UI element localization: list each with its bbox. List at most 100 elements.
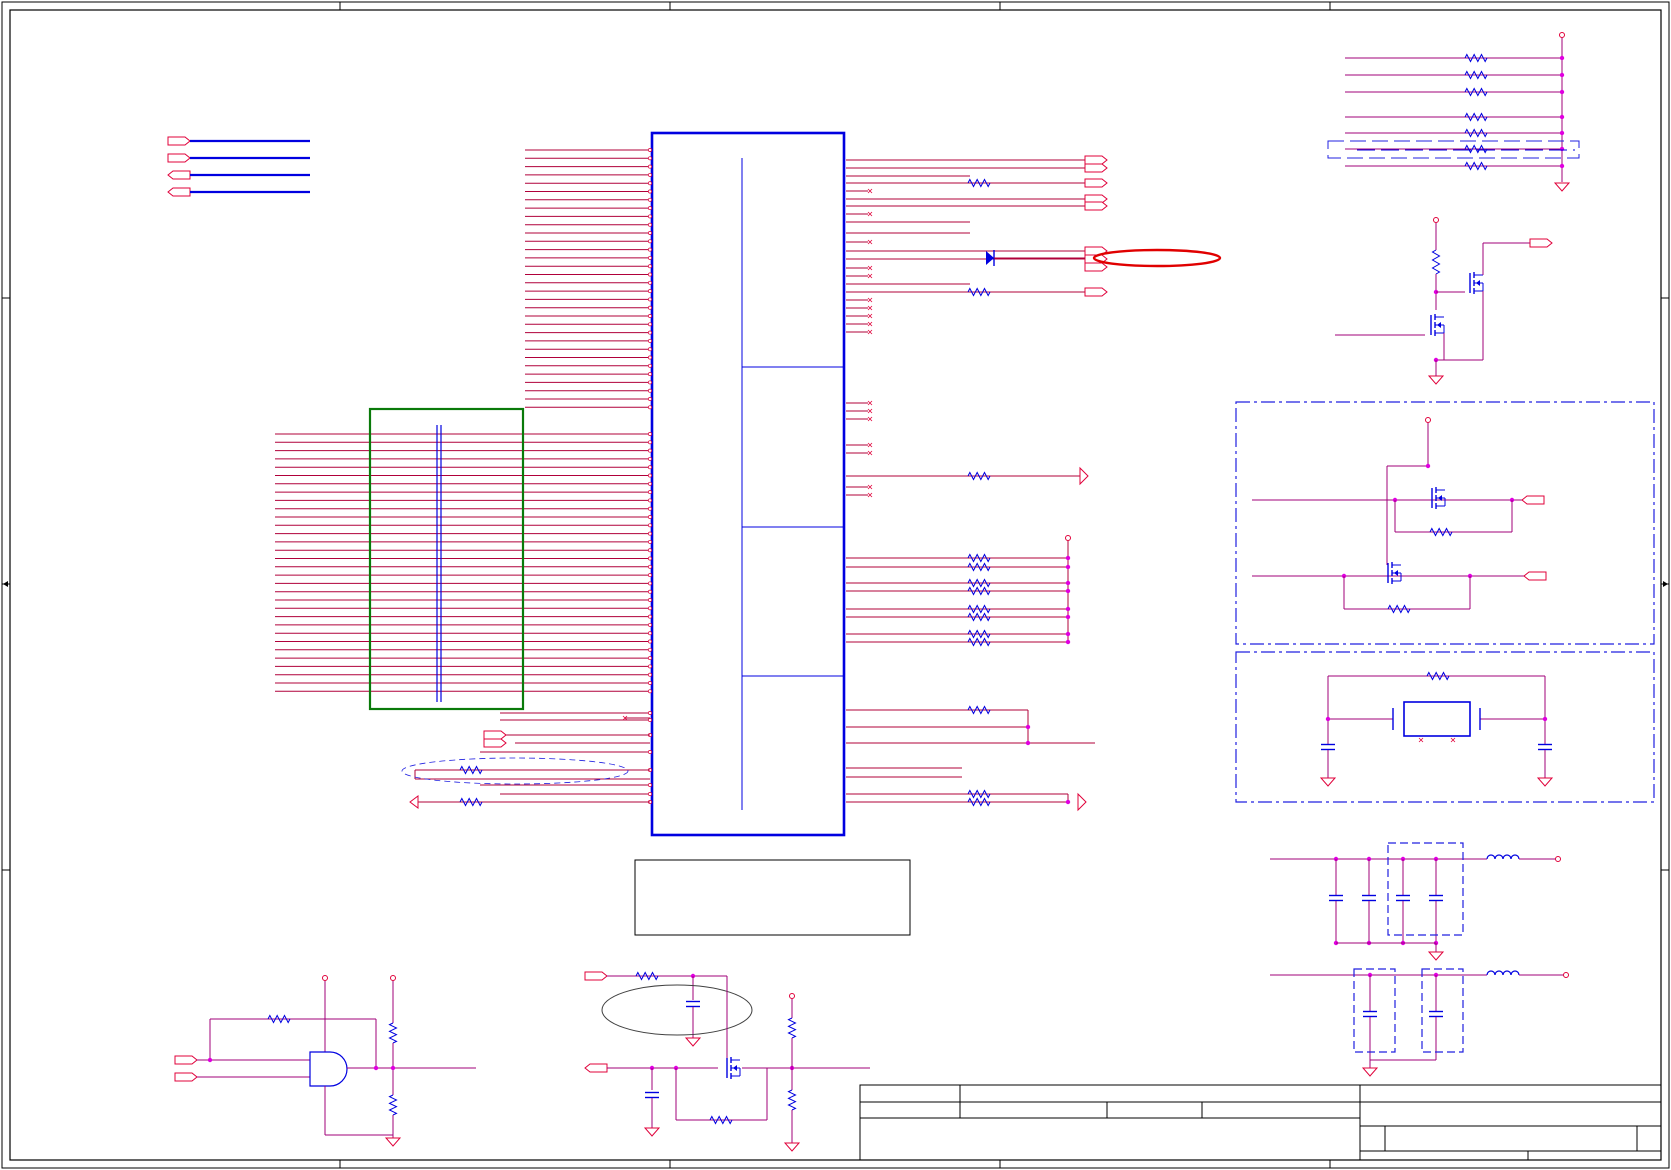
pin-end: [648, 397, 652, 401]
pin-end: [648, 606, 652, 611]
pin-end: [648, 573, 652, 578]
pin-end: [648, 556, 652, 561]
offpage-connector-icon: [584, 971, 608, 981]
pin-end: [648, 280, 652, 285]
offpage-connector-icon: [1084, 287, 1108, 297]
offpage-connector-icon: [1529, 238, 1553, 248]
inductor-loop: [1486, 970, 1496, 976]
resistor-icon: [967, 471, 991, 481]
junction-dot: [1559, 163, 1565, 169]
resistor-icon: [388, 1094, 398, 1116]
junction-dot: [390, 1065, 396, 1071]
junction-dot: [1559, 114, 1565, 120]
dashed-group-outline: [1387, 842, 1464, 936]
offpage-connector-icon: [483, 730, 507, 740]
resistor-icon: [967, 586, 991, 596]
pin-end: [648, 598, 652, 602]
resistor-icon: [967, 604, 991, 614]
capacitor-icon: [1396, 894, 1410, 902]
junction-dot: [1065, 564, 1071, 570]
ic-body: [650, 131, 846, 837]
pin-end: [648, 718, 652, 722]
junction-dot: [1065, 606, 1071, 612]
offpage-connector-icon: [167, 187, 191, 197]
pin-end: [648, 148, 652, 152]
pin-end: [648, 515, 652, 519]
title-block-outline: [859, 1084, 1662, 1161]
capacitor-icon: [1329, 894, 1343, 902]
and-gate-icon: [309, 1051, 348, 1087]
arrow: [1476, 280, 1480, 286]
junction-dot: [1065, 580, 1071, 586]
resistor-icon: [967, 637, 991, 647]
no-connect-mark: [867, 297, 873, 303]
power-rail-icon: [1555, 856, 1561, 862]
power-rail-icon: [390, 975, 396, 981]
resistor-icon: [967, 287, 991, 297]
ground-icon: [1427, 951, 1445, 961]
resistor-icon: [1464, 128, 1488, 138]
resistor-icon: [967, 562, 991, 572]
ground-icon: [1361, 1067, 1379, 1077]
junction-dot: [1325, 716, 1331, 722]
pin-end: [648, 305, 652, 310]
diode-icon: [986, 251, 994, 265]
capacitor-icon: [1362, 894, 1376, 902]
resistor-icon: [1464, 53, 1488, 63]
inductor-loop: [1510, 970, 1520, 976]
inductor-loop: [1494, 970, 1504, 976]
reset-fet-block: [584, 971, 870, 1152]
ground-icon: [384, 1137, 402, 1147]
no-connect-mark: [867, 442, 873, 448]
offpage-connector-icon: [1084, 163, 1108, 173]
inductor-loop: [1502, 854, 1512, 860]
pin-end: [648, 783, 652, 787]
no-connect-mark: [867, 211, 873, 217]
power-rail-icon: [1065, 535, 1071, 541]
pin-end: [648, 581, 652, 586]
junction-dot: [1065, 555, 1071, 561]
resistor-icon: [967, 612, 991, 622]
no-connect-mark: [1418, 737, 1424, 743]
offpage-connector-icon: [1523, 571, 1547, 581]
note-box: [634, 859, 911, 936]
junction-dot: [1559, 72, 1565, 78]
pin-end: [648, 639, 652, 644]
right-side-nets: [846, 155, 1222, 812]
outer-border: [1, 1, 1670, 1169]
no-connect-mark: [867, 305, 873, 311]
pin-end: [648, 355, 652, 360]
junction-dot: [373, 1065, 379, 1071]
pin-end: [648, 181, 652, 186]
junction-dot: [1065, 639, 1071, 645]
pin-end: [648, 214, 652, 219]
capacitor-icon: [1429, 894, 1443, 902]
capacitor-icon: [686, 1000, 700, 1008]
pin-end: [648, 689, 652, 694]
inductor-loop: [1494, 854, 1504, 860]
power-rail-icon: [1563, 972, 1569, 978]
no-connect-mark: [867, 484, 873, 490]
pin-end: [648, 440, 652, 445]
arrow: [1437, 322, 1441, 328]
no-connect-mark: [867, 400, 873, 406]
mosfet-icon: [726, 1057, 741, 1079]
offpage-connector-icon: [1084, 178, 1108, 188]
top-right-pullups: [1327, 32, 1580, 192]
pin-end: [648, 289, 652, 294]
ground-icon: [1536, 777, 1554, 787]
pin-end: [648, 380, 652, 385]
resistor-icon: [1464, 112, 1488, 122]
capacitor-icon: [1429, 1010, 1443, 1018]
resistor-icon: [967, 705, 991, 715]
ground-icon: [783, 1142, 801, 1152]
offpage-connector-icon: [1521, 495, 1545, 505]
junction-dot: [1065, 799, 1071, 805]
pin-end: [648, 372, 652, 377]
no-connect-mark: [867, 273, 873, 279]
offpage-connector-icon: [1079, 466, 1089, 486]
resistor-icon: [787, 1089, 797, 1111]
ground-icon: [643, 1127, 661, 1137]
pin-end: [648, 297, 652, 302]
ground-icon: [1427, 375, 1445, 385]
